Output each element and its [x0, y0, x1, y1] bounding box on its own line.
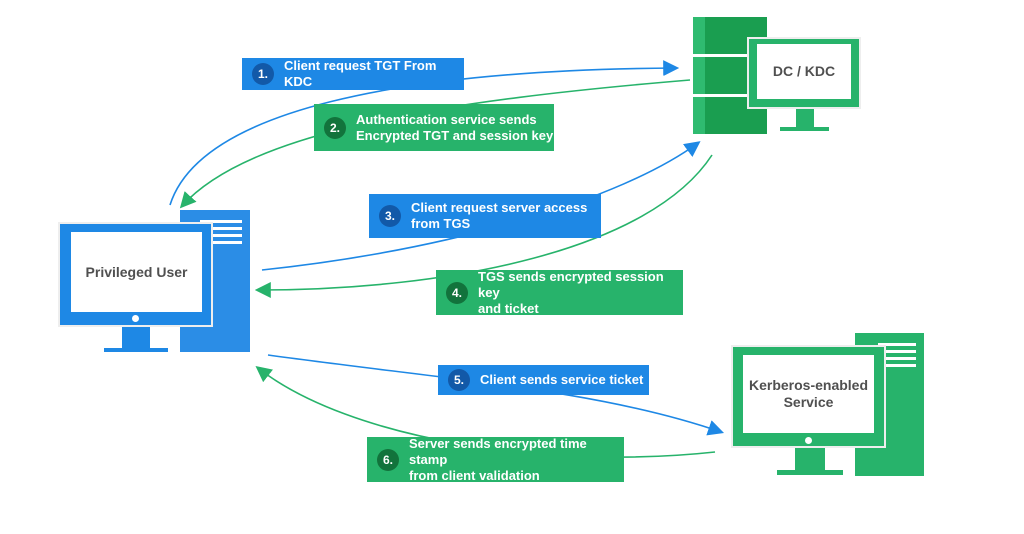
kerberos-diagram: Privileged User DC / KDC Kerberos-enable…	[0, 0, 1024, 534]
step-1-label: 1. Client request TGT From KDC	[242, 58, 464, 90]
monitor-stand	[795, 448, 825, 470]
step-number: 1.	[252, 63, 274, 85]
step-text: Client sends service ticket	[480, 372, 644, 387]
monitor-stand	[122, 327, 150, 348]
step-number: 3.	[379, 205, 401, 227]
monitor-base	[777, 470, 843, 475]
step-text: from client validation	[409, 467, 540, 483]
step-6-label: 6. Server sends encrypted time stamp from…	[367, 435, 624, 483]
kdc-label: DC / KDC	[757, 44, 851, 99]
service-label: Kerberos-enabled Service	[743, 355, 874, 433]
step-4-label: 4. TGS sends encrypted session key and ti…	[436, 268, 683, 316]
step-text: Encrypted TGT and session key	[356, 127, 554, 143]
client-label: Privileged User	[71, 232, 202, 312]
step-text: Server sends encrypted time stamp	[409, 435, 587, 467]
monitor-stand	[796, 109, 814, 127]
step-number: 2.	[324, 116, 346, 139]
step-text: TGS sends encrypted session key	[478, 268, 664, 300]
step-2-label: 2. Authentication service sends Encrypted…	[314, 104, 554, 151]
step-text: Client request server access	[411, 200, 588, 215]
step-3-label: 3. Client request server access from TGS	[369, 194, 601, 238]
power-led	[132, 315, 139, 322]
step-text: Client request TGT From KDC	[284, 58, 437, 89]
power-led	[805, 437, 812, 444]
monitor-base	[780, 127, 829, 131]
step-5-label: 5. Client sends service ticket	[438, 365, 649, 395]
step-text: and ticket	[478, 300, 539, 316]
step-text: from TGS	[411, 216, 471, 231]
step-number: 5.	[448, 369, 470, 391]
step-number: 6.	[377, 448, 399, 471]
service-label-line2: Service	[783, 394, 834, 410]
monitor-base	[104, 348, 168, 352]
service-label-line1: Kerberos-enabled	[748, 377, 869, 393]
step-number: 4.	[446, 281, 468, 304]
step-text: Authentication service sends	[356, 111, 537, 127]
